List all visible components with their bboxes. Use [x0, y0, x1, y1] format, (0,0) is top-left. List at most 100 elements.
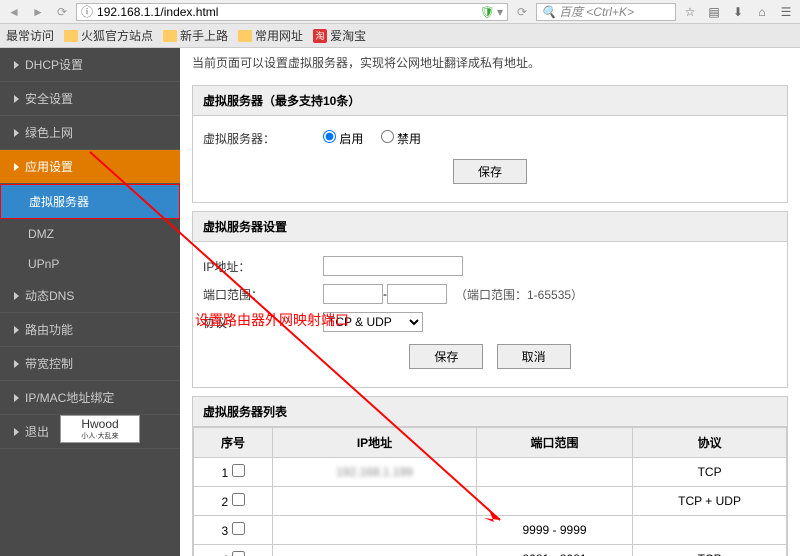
- sidebar-item-ipmac[interactable]: IP/MAC地址绑定: [0, 381, 180, 415]
- home-icon[interactable]: ⌂: [752, 3, 772, 21]
- chevron-right-icon: [14, 394, 19, 402]
- radio-label: 启用: [339, 132, 363, 146]
- cell-ip: [273, 487, 477, 516]
- sidebar-item-security[interactable]: 安全设置: [0, 82, 180, 116]
- sidebar-item-label: 虚拟服务器: [29, 195, 89, 209]
- folder-icon: [238, 30, 252, 42]
- th-ip: IP地址: [273, 428, 477, 458]
- sidebar-item-dhcp[interactable]: DHCP设置: [0, 48, 180, 82]
- sidebar-sub-upnp[interactable]: UPnP: [0, 249, 180, 279]
- table-row[interactable]: 1 192.168.1.199 TCP: [194, 458, 787, 487]
- panel-title: 虚拟服务器（最多支持10条）: [193, 86, 787, 116]
- chevron-right-icon: [14, 428, 19, 436]
- search-box[interactable]: 🔍 百度 <Ctrl+K>: [536, 3, 676, 21]
- bookmark-label: 最常访问: [6, 27, 54, 44]
- search-icon: 🔍: [541, 5, 556, 19]
- table-row[interactable]: 3 9999 - 9999: [194, 516, 787, 545]
- chevron-right-icon: [14, 129, 19, 137]
- sidebar-item-label: UPnP: [28, 257, 59, 271]
- sidebar-item-app[interactable]: 应用设置: [0, 150, 180, 184]
- content-area: 当前页面可以设置虚拟服务器，实现将公网地址翻译成私有地址。 虚拟服务器（最多支持…: [180, 48, 800, 556]
- cell-proto: [633, 516, 787, 545]
- save-button[interactable]: 保存: [453, 159, 527, 184]
- ip-input[interactable]: [323, 256, 463, 276]
- table-row[interactable]: 2 TCP + UDP: [194, 487, 787, 516]
- bookmark-label: 爱淘宝: [330, 27, 366, 44]
- sidebar-item-label: DMZ: [28, 227, 54, 241]
- browser-toolbar: ◄ ► ⟳ ⓘ 192.168.1.1/index.html 🛡 ▾ ⟳ 🔍 百…: [0, 0, 800, 24]
- search-placeholder: 百度 <Ctrl+K>: [559, 3, 634, 20]
- sidebar-item-green[interactable]: 绿色上网: [0, 116, 180, 150]
- vs-label: 虚拟服务器：: [203, 130, 323, 147]
- refresh-button[interactable]: ⟳: [512, 3, 532, 21]
- sidebar-sub-dmz[interactable]: DMZ: [0, 219, 180, 249]
- sidebar-item-label: 安全设置: [25, 92, 73, 106]
- row-checkbox[interactable]: [232, 551, 245, 556]
- forward-button[interactable]: ►: [28, 3, 48, 21]
- sidebar-item-label: 路由功能: [25, 323, 73, 337]
- proto-select[interactable]: TCP & UDP: [323, 312, 423, 332]
- radio-enable[interactable]: 启用: [323, 132, 363, 146]
- cell-port: 9999 - 9999: [476, 516, 632, 545]
- sidebar-item-ddns[interactable]: 动态DNS: [0, 279, 180, 313]
- row-checkbox[interactable]: [232, 464, 245, 477]
- row-checkbox[interactable]: [232, 493, 245, 506]
- bookmark-label: 火狐官方站点: [81, 27, 153, 44]
- cell-ip: [273, 516, 477, 545]
- port-from-input[interactable]: [323, 284, 383, 304]
- bookmarks-bar: 最常访问 火狐官方站点 新手上路 常用网址 淘爱淘宝: [0, 24, 800, 48]
- cell-no: 1: [194, 458, 273, 487]
- th-no: 序号: [194, 428, 273, 458]
- panel-title: 虚拟服务器设置: [193, 212, 787, 242]
- bookmark-most-visited[interactable]: 最常访问: [6, 27, 54, 44]
- page-description: 当前页面可以设置虚拟服务器，实现将公网地址翻译成私有地址。: [192, 48, 788, 77]
- cell-ip: 192.168.1.199: [273, 458, 477, 487]
- bookmarks-icon[interactable]: ▤: [704, 3, 724, 21]
- chevron-right-icon: [14, 292, 19, 300]
- bookmark-firefox[interactable]: 火狐官方站点: [64, 27, 153, 44]
- globe-icon: ⓘ: [81, 3, 93, 20]
- bookmark-newbie[interactable]: 新手上路: [163, 27, 228, 44]
- dropdown-icon[interactable]: ▾: [497, 5, 503, 19]
- shield-icon: 🛡: [480, 5, 495, 19]
- panel-settings: 虚拟服务器设置 IP地址： 端口范围： - （端口范围：1-65535） 协议：…: [192, 211, 788, 388]
- sidebar-sub-vserver[interactable]: 虚拟服务器: [0, 184, 180, 219]
- download-icon[interactable]: ⬇: [728, 3, 748, 21]
- chevron-right-icon: [14, 326, 19, 334]
- port-to-input[interactable]: [387, 284, 447, 304]
- reload-dropdown[interactable]: ⟳: [52, 3, 72, 21]
- sidebar: DHCP设置 安全设置 绿色上网 应用设置 虚拟服务器 DMZ UPnP 动态D…: [0, 48, 180, 556]
- bookmark-ataobao[interactable]: 淘爱淘宝: [313, 27, 366, 44]
- radio-disable[interactable]: 禁用: [381, 132, 421, 146]
- cancel-button[interactable]: 取消: [497, 344, 571, 369]
- url-bar[interactable]: ⓘ 192.168.1.1/index.html 🛡 ▾: [76, 3, 508, 21]
- bookmark-label: 常用网址: [255, 27, 303, 44]
- table-row[interactable]: 4 8081 - 8081TCP: [194, 545, 787, 556]
- url-text: 192.168.1.1/index.html: [97, 5, 218, 19]
- star-icon[interactable]: ☆: [680, 3, 700, 21]
- watermark-logo: Hwood小人·大乱来: [60, 415, 140, 443]
- cell-proto: TCP: [633, 458, 787, 487]
- sidebar-item-route[interactable]: 路由功能: [0, 313, 180, 347]
- menu-icon[interactable]: ☰: [776, 3, 796, 21]
- chevron-right-icon: [14, 61, 19, 69]
- folder-icon: [163, 30, 177, 42]
- cell-port: [476, 487, 632, 516]
- back-button[interactable]: ◄: [4, 3, 24, 21]
- sidebar-item-label: 带宽控制: [25, 357, 73, 371]
- ip-label: IP地址：: [203, 258, 323, 275]
- chevron-right-icon: [14, 95, 19, 103]
- cell-proto: TCP + UDP: [633, 487, 787, 516]
- row-checkbox[interactable]: [232, 522, 245, 535]
- app-icon: 淘: [313, 29, 327, 43]
- sidebar-item-bw[interactable]: 带宽控制: [0, 347, 180, 381]
- bookmark-common[interactable]: 常用网址: [238, 27, 303, 44]
- th-proto: 协议: [633, 428, 787, 458]
- cell-no: 2: [194, 487, 273, 516]
- port-label: 端口范围：: [203, 286, 323, 303]
- sidebar-item-label: IP/MAC地址绑定: [25, 391, 114, 405]
- save-button[interactable]: 保存: [409, 344, 483, 369]
- sidebar-item-label: 绿色上网: [25, 126, 73, 140]
- bookmark-label: 新手上路: [180, 27, 228, 44]
- sidebar-item-label: 动态DNS: [25, 289, 74, 303]
